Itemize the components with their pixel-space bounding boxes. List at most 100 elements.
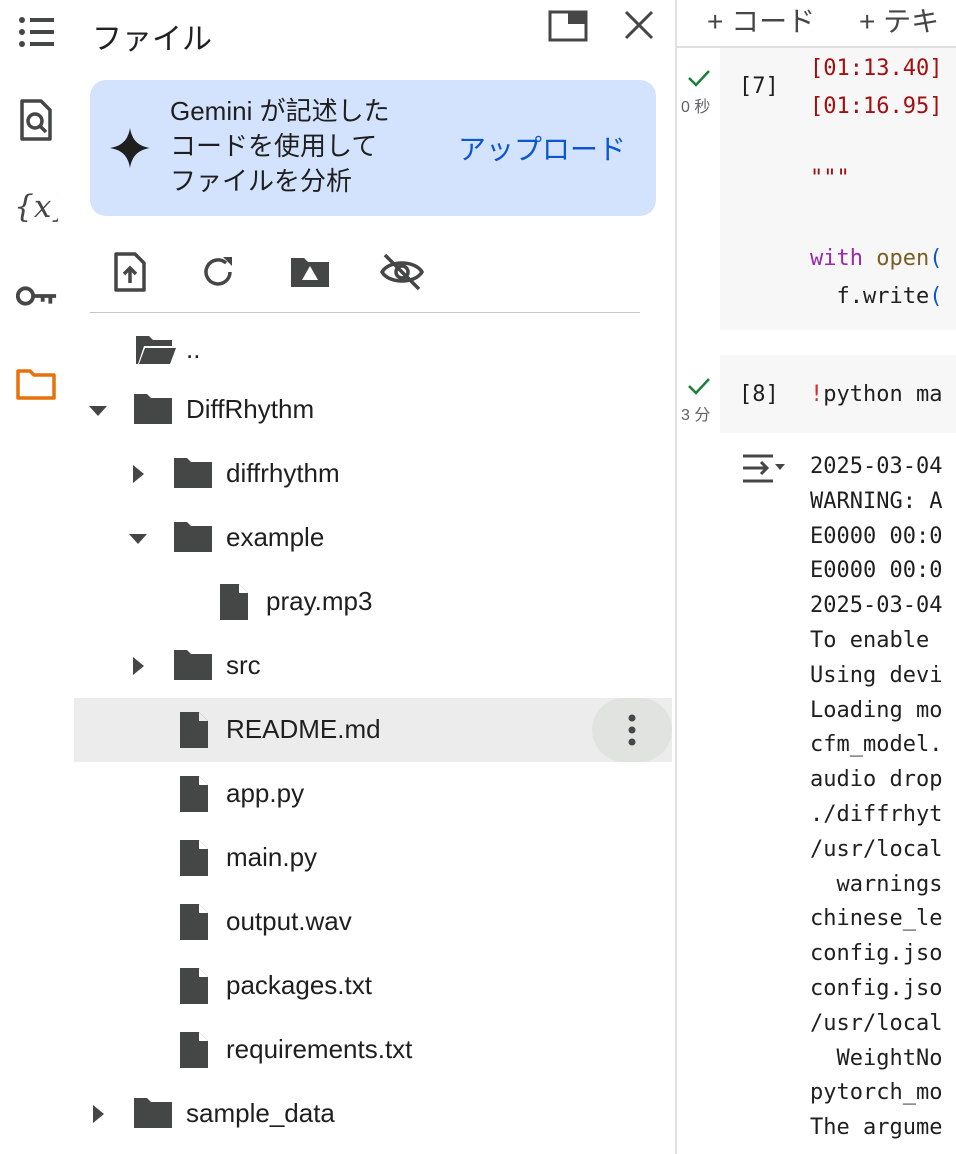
secrets-key-icon[interactable] (14, 274, 58, 318)
output-line: WARNING: A (810, 488, 943, 514)
gemini-promo-text: Gemini が記述した コードを使用して ファイルを分析 (170, 96, 390, 196)
output-line: The argume (810, 1115, 943, 1141)
folder-icon (134, 1098, 172, 1128)
tree-label: DiffRhythm (186, 394, 315, 424)
tree-row-output[interactable]: output.wav (74, 890, 672, 954)
tree-label: example (226, 522, 325, 552)
output-line: /usr/local (810, 836, 943, 862)
refresh-icon[interactable] (194, 248, 242, 296)
tree-label: requirements.txt (226, 1034, 413, 1064)
caret-right-icon[interactable] (126, 654, 150, 678)
output-line: Loading mo (810, 697, 943, 723)
tree-row-diffrhythm[interactable]: DiffRhythm (74, 378, 672, 442)
gemini-card: Gemini が記述した コードを使用して ファイルを分析 アップロード (90, 80, 656, 216)
cell-run-time: 0 秒 (681, 99, 711, 116)
output-line: Using devi (810, 662, 943, 688)
toc-icon[interactable] (14, 10, 58, 54)
output-line: WeightNo (810, 1045, 943, 1071)
notebook-area: + コード + テキ 0 秒 [7] [01:13.40] [01:16.95]… (677, 0, 956, 1154)
tree-row-src[interactable]: src (74, 634, 672, 698)
output-line: E0000 00:0 (810, 523, 943, 549)
caret-right-icon[interactable] (86, 1102, 110, 1126)
panel-title: ファイル (92, 23, 212, 56)
close-icon[interactable] (622, 8, 656, 47)
caret-right-icon[interactable] (126, 462, 150, 486)
tree-row-requirements[interactable]: requirements.txt (74, 1018, 672, 1082)
output-line: 2025-03-04 (810, 454, 943, 479)
code-line: """ (810, 166, 850, 191)
file-icon (180, 776, 208, 812)
tree-row-example[interactable]: example (74, 506, 672, 570)
add-code-button[interactable]: + コード (707, 0, 815, 40)
caret-down-icon[interactable] (126, 526, 150, 550)
svg-text:{x}: {x} (14, 189, 58, 225)
tree-label: output.wav (226, 906, 352, 936)
tree-label: src (226, 650, 261, 680)
find-icon[interactable] (14, 98, 58, 142)
code-line: with open( (810, 246, 943, 271)
notebook-toolbar: + コード + テキ (677, 0, 956, 48)
files-folder-icon[interactable] (14, 362, 58, 406)
tree-label: packages.txt (226, 970, 372, 1000)
folder-icon (174, 650, 212, 680)
output-line: cfm_model. (810, 732, 943, 758)
file-icon (180, 968, 208, 1004)
file-icon (180, 840, 208, 876)
folder-icon (134, 394, 172, 424)
output-line: chinese_le (810, 906, 943, 932)
open-in-tab-icon[interactable] (548, 10, 588, 47)
output-toggle-icon[interactable] (739, 452, 785, 486)
tree-row-pray[interactable]: pray.mp3 (74, 570, 672, 634)
folder-icon (174, 522, 212, 552)
tree-label: diffrhythm (226, 458, 340, 488)
output-line: audio drop (810, 767, 943, 793)
variables-icon[interactable]: {x} (14, 184, 58, 228)
output-line: 2025-03-04 (810, 593, 943, 619)
code-line: !python ma (810, 382, 943, 407)
file-icon (220, 584, 248, 620)
mount-drive-icon[interactable] (286, 248, 334, 296)
sparkle-icon (110, 128, 150, 173)
cell-output: 2025-03-04 WARNING: A E0000 00:0 E0000 00:0… (810, 450, 942, 1146)
check-icon (688, 378, 710, 395)
upload-file-icon[interactable] (106, 248, 154, 296)
output-line: config.jso (810, 975, 943, 1001)
output-line: ./diffrhyt (810, 801, 943, 827)
code-line: f.write( (810, 284, 943, 309)
output-line: /usr/local (810, 1010, 943, 1036)
cell-run-time: 3 分 (681, 407, 711, 424)
caret-down-icon[interactable] (86, 398, 110, 422)
file-icon (180, 712, 208, 748)
tree-row-main[interactable]: main.py (74, 826, 672, 890)
tree-row-app[interactable]: app.py (74, 762, 672, 826)
tree-row-readme[interactable]: README.md (74, 698, 672, 762)
tree-row-packages[interactable]: packages.txt (74, 954, 672, 1018)
folder-icon (174, 458, 212, 488)
hide-files-icon[interactable] (378, 248, 426, 296)
more-vert-icon (628, 714, 636, 746)
code-line: [01:16.95] (810, 94, 943, 119)
tree-label: app.py (226, 778, 305, 808)
open-folder-icon (136, 336, 176, 364)
more-options-button[interactable] (592, 698, 672, 762)
check-icon (688, 70, 710, 87)
output-line: To enable (810, 627, 943, 653)
tree-row-diffrhythm-sub[interactable]: diffrhythm (74, 442, 672, 506)
execution-count: [7] (739, 74, 779, 99)
upload-link[interactable]: アップロード (458, 128, 626, 168)
file-icon (180, 1032, 208, 1068)
add-text-button[interactable]: + テキ (859, 0, 939, 40)
tree-label: README.md (226, 714, 381, 744)
file-icon (180, 904, 208, 940)
tree-row-parent[interactable]: .. (74, 318, 672, 382)
execution-count: [8] (739, 382, 779, 407)
tree-label: .. (186, 334, 201, 364)
output-line: warnings (810, 871, 943, 897)
divider (90, 312, 640, 313)
output-line: pytorch_mo (810, 1080, 943, 1106)
code-line: [01:13.40] (810, 56, 943, 81)
tree-row-sample-data[interactable]: sample_data (74, 1082, 672, 1146)
tree-label: sample_data (186, 1098, 335, 1128)
tree-label: pray.mp3 (266, 586, 373, 616)
output-line: E0000 00:0 (810, 558, 943, 584)
